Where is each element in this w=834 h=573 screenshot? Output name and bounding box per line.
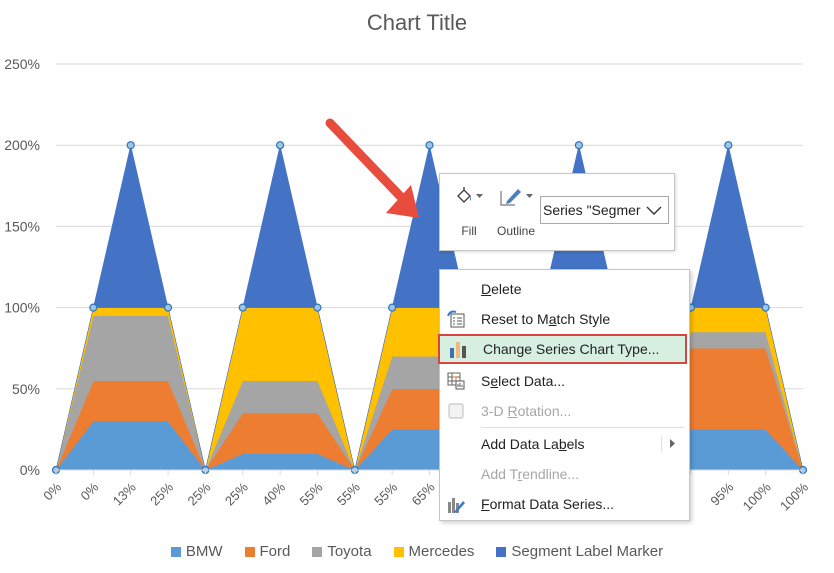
x-tick-label: 55% [371, 479, 400, 508]
fill-button[interactable]: Fill [454, 182, 484, 238]
menu-item-add-trendline: Add Trendline... [481, 466, 580, 482]
selection-handle [126, 141, 135, 150]
chart-canvas[interactable]: 0%50%100%150%200%250% 0% 0% 13% 25% 25% 25% 40… [0, 0, 834, 573]
3d-rotation-icon [448, 403, 464, 419]
paint-bucket-icon [457, 187, 471, 203]
y-tick-label: 150% [4, 218, 40, 234]
annotation-arrow [325, 118, 419, 218]
menu-separator [481, 427, 685, 428]
legend-label: Ford [259, 543, 291, 560]
series-selector-value: Series "Segmer [543, 202, 641, 218]
x-axis: 0% 0% 13% 25% 25% 25% 40% 55% 55% 55% 65% 95% 100% 10… [40, 469, 811, 514]
menu-item-add-data-labels[interactable]: Add Data Labels [440, 430, 689, 458]
legend-label: BMW [185, 543, 223, 560]
legend-swatch [312, 546, 323, 557]
chevron-down-icon [644, 201, 664, 219]
legend-label: Toyota [327, 543, 372, 560]
menu-item-format-data-series[interactable]: Format Data Series... [440, 490, 689, 518]
x-tick-label: 13% [110, 479, 139, 508]
reset-style-icon [447, 310, 465, 328]
y-tick-label: 200% [4, 137, 40, 153]
x-tick-label: 0% [40, 479, 64, 503]
x-tick-label: 65% [409, 479, 438, 508]
legend-label: Segment Label Marker [511, 543, 664, 560]
y-axis: 0% 50% 100% 150% 200% 250% [4, 56, 40, 478]
y-tick-label: 50% [12, 381, 40, 397]
submenu-divider [661, 436, 662, 452]
context-menu: Delete Reset to Match Style Change Serie… [438, 269, 690, 521]
chart-type-icon [450, 342, 466, 358]
series-selector-dropdown[interactable]: Series "Segmer [540, 196, 669, 224]
selection-handle [574, 141, 584, 150]
chart-title[interactable]: Chart Title [0, 10, 834, 36]
selection-handle [425, 141, 434, 150]
fill-label: Fill [461, 224, 477, 238]
chart-legend[interactable]: BMW Ford Toyota Mercedes Segment Label Marke… [0, 543, 834, 560]
dropdown-arrow-icon [476, 193, 483, 198]
selection-handle [238, 303, 247, 312]
selection-handle [163, 303, 173, 312]
menu-item-delete[interactable]: Delete [440, 275, 689, 303]
x-tick-label: 55% [334, 479, 363, 508]
selection-handle [89, 303, 98, 312]
y-tick-label: 250% [4, 56, 40, 72]
y-tick-label: 0% [20, 462, 40, 478]
selection-handle [724, 141, 733, 150]
legend-label: Mercedes [408, 543, 475, 560]
x-tick-label: 95% [707, 479, 736, 508]
y-tick-label: 100% [4, 300, 40, 316]
menu-item-reset-to-match-style[interactable]: Reset to Match Style [440, 305, 689, 333]
outline-label: Outline [496, 224, 536, 238]
outline-button[interactable]: Outline [492, 182, 540, 238]
legend-swatch [393, 546, 404, 557]
selection-handle [388, 303, 397, 312]
legend-swatch [170, 546, 181, 557]
x-tick-label: 40% [259, 479, 288, 508]
x-tick-label: 25% [222, 479, 251, 508]
menu-item-change-series-chart-type[interactable]: Change Series Chart Type... [438, 334, 687, 364]
x-tick-label: 100% [777, 479, 811, 513]
selection-handle [276, 141, 285, 150]
pen-outline-icon [500, 189, 521, 206]
selection-handle [761, 303, 770, 312]
legend-swatch [496, 546, 507, 557]
legend-item[interactable]: Ford [244, 543, 291, 560]
x-tick-label: 25% [147, 479, 176, 508]
format-series-icon [448, 498, 465, 513]
menu-item-3d-rotation: 3-D Rotation... [440, 397, 689, 425]
dropdown-arrow-icon [526, 193, 533, 198]
legend-item[interactable]: Mercedes [393, 543, 475, 560]
x-tick-label: 0% [78, 479, 102, 503]
legend-item[interactable]: Segment Label Marker [496, 543, 663, 560]
submenu-arrow-icon [670, 439, 675, 448]
select-data-icon [447, 372, 465, 390]
legend-item[interactable]: Toyota [312, 543, 372, 560]
legend-item[interactable]: BMW [170, 543, 223, 560]
x-tick-label: 25% [185, 479, 214, 508]
format-minibar: Fill Outline Series "Segmer [439, 173, 675, 251]
menu-item-select-data[interactable]: Select Data... [440, 367, 689, 395]
x-tick-label: 55% [297, 479, 326, 508]
x-tick-label: 100% [740, 479, 774, 513]
selection-handle [313, 303, 322, 312]
legend-swatch [244, 546, 255, 557]
